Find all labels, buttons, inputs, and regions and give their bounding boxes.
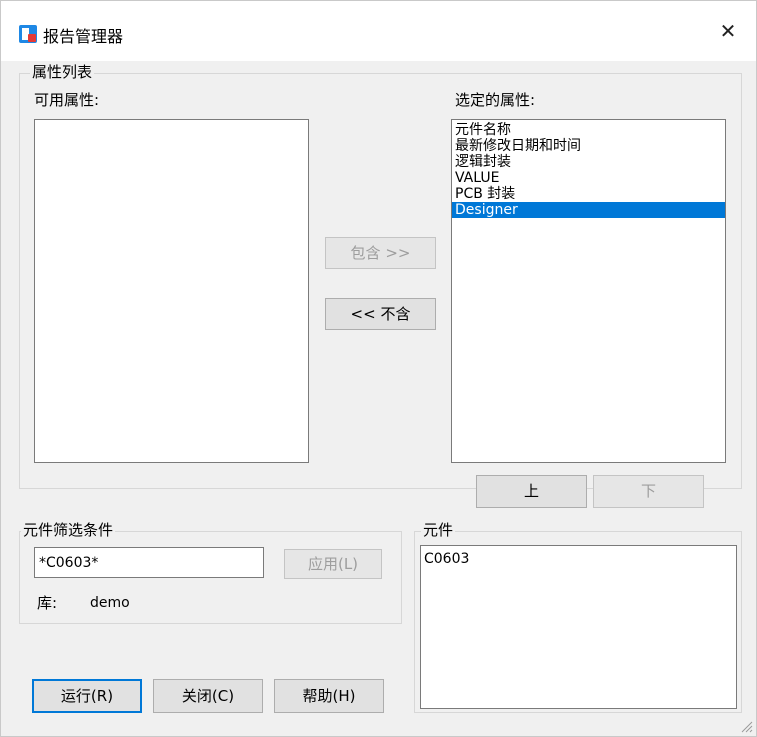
close-button-label: 关闭(C) [181,687,235,705]
selected-property-item[interactable]: 最新修改日期和时间 [452,138,725,154]
part-filter-input[interactable] [34,547,264,578]
selected-property-item[interactable]: Designer [452,202,725,218]
library-label: 库: [37,594,58,612]
selected-property-item[interactable]: 元件名称 [452,122,725,138]
parts-list[interactable]: C0603 [420,545,737,709]
report-manager-app-icon [19,25,37,43]
close-icon[interactable]: ✕ [714,17,742,45]
exclude-button[interactable]: << 不含 [325,298,436,330]
property-list-group-title: 属性列表 [30,63,95,81]
apply-button[interactable]: 应用(L) [284,549,382,579]
selected-property-item[interactable]: PCB 封装 [452,186,725,202]
window-title: 报告管理器 [43,27,124,46]
available-properties-label: 可用属性: [34,91,100,109]
run-button-label: 运行(R) [60,687,114,705]
report-manager-dialog: 报告管理器 ✕ 属性列表 可用属性: 选定的属性: 元件名称 最新修改日期和时间逻… [0,0,757,737]
library-value: demo [90,595,130,611]
title-bar: 报告管理器 ✕ [1,1,756,61]
move-down-button[interactable]: 下 [593,475,704,508]
part-filter-group-title: 元件筛选条件 [21,521,116,539]
resize-grip-icon[interactable] [739,719,753,733]
available-properties-list[interactable] [34,119,309,463]
help-button-label: 帮助(H) [302,687,356,705]
run-button[interactable]: 运行(R) [32,679,142,713]
part-item[interactable]: C0603 [421,551,736,567]
selected-properties-list[interactable]: 元件名称 最新修改日期和时间 逻辑封装 VALUE PCB 封装 Designer [451,119,726,463]
include-button[interactable]: 包含 >> [325,237,436,269]
parts-group-title: 元件 [421,521,456,539]
close-button[interactable]: 关闭(C) [153,679,263,713]
selected-property-item[interactable]: VALUE [452,170,725,186]
selected-properties-label: 选定的属性: [455,91,536,109]
move-up-button[interactable]: 上 [476,475,587,508]
apply-button-label: 应用(L) [307,555,359,573]
help-button[interactable]: 帮助(H) [274,679,384,713]
selected-property-item[interactable]: 逻辑封装 [452,154,725,170]
